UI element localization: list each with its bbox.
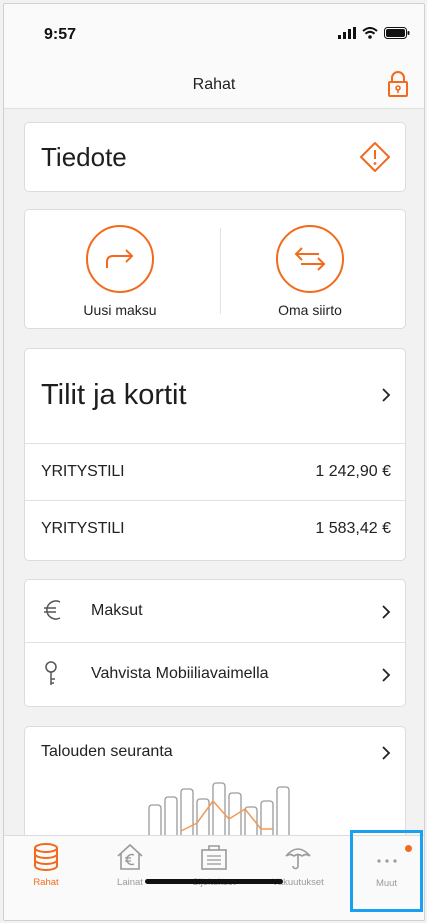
mobile-key-label: Vahvista Mobiiliavaimella xyxy=(91,665,269,682)
status-bar: 9:57 xyxy=(4,4,424,64)
account-name: YRITYSTILI xyxy=(41,463,125,480)
new-payment-label: Uusi maksu xyxy=(83,302,157,318)
key-icon xyxy=(45,661,57,685)
notice-card[interactable]: Tiedote xyxy=(24,122,406,192)
tab-label: Muut xyxy=(375,878,398,889)
links-card: Maksut Vahvista Mobiiliavaimella xyxy=(24,579,406,707)
house-euro-icon xyxy=(117,843,143,870)
umbrella-icon xyxy=(285,848,311,870)
transfer-arrows-icon xyxy=(276,225,344,293)
notification-dot xyxy=(405,845,412,852)
account-name: YRITYSTILI xyxy=(41,520,125,537)
chevron-right-icon xyxy=(382,746,391,760)
own-transfer-label: Oma siirto xyxy=(278,302,342,318)
chevron-right-icon xyxy=(382,668,391,682)
signal-icon xyxy=(338,27,356,39)
more-icon xyxy=(376,859,397,863)
payments-label: Maksut xyxy=(91,602,143,619)
quick-actions-card: Uusi maksu Oma siirto xyxy=(24,209,406,329)
home-indicator xyxy=(145,879,283,884)
finance-chart-icon xyxy=(148,782,290,839)
tab-rahat[interactable]: Rahat xyxy=(4,836,88,896)
mobile-key-link[interactable]: Vahvista Mobiiliavaimella xyxy=(25,643,405,705)
app-screen: 9:57 Rahat Tiedote Uusi maksu Oma siirto… xyxy=(3,3,425,921)
account-row[interactable]: YRITYSTILI 1 583,42 € xyxy=(25,501,405,557)
forward-arrow-icon xyxy=(86,225,154,293)
notice-label: Tiedote xyxy=(41,142,127,172)
chevron-right-icon xyxy=(382,605,391,619)
account-balance: 1 583,42 € xyxy=(315,520,391,537)
coins-icon xyxy=(34,843,58,871)
nav-bar: Rahat xyxy=(4,64,424,109)
accounts-card: Tilit ja kortit YRITYSTILI 1 242,90 € YR… xyxy=(24,348,406,561)
wifi-icon xyxy=(362,27,378,39)
briefcase-icon xyxy=(201,845,227,870)
warning-icon xyxy=(360,142,390,172)
lock-icon xyxy=(388,71,408,97)
tab-muut[interactable]: Muut xyxy=(350,830,423,912)
own-transfer-button[interactable]: Oma siirto xyxy=(215,210,405,330)
tab-vakuutukset[interactable]: Vakuutukset xyxy=(256,836,340,896)
account-row[interactable]: YRITYSTILI 1 242,90 € xyxy=(25,444,405,500)
tab-bar: Rahat Lainat Vakuutukset Muut xyxy=(4,830,424,920)
new-payment-button[interactable]: Uusi maksu xyxy=(25,210,215,330)
tab-sijoitukset[interactable]: Sijoitukset xyxy=(172,836,256,896)
status-icons xyxy=(338,27,410,39)
battery-icon xyxy=(384,27,410,39)
accounts-title: Tilit ja kortit xyxy=(41,379,187,411)
euro-icon xyxy=(44,600,61,620)
accounts-header[interactable]: Tilit ja kortit xyxy=(25,349,405,443)
tab-lainat[interactable]: Lainat xyxy=(88,836,172,896)
payments-link[interactable]: Maksut xyxy=(25,580,405,642)
page-title: Rahat xyxy=(192,76,236,93)
status-time: 9:57 xyxy=(44,26,77,43)
finance-title: Talouden seuranta xyxy=(41,743,173,760)
tab-label: Rahat xyxy=(33,877,59,888)
chevron-right-icon xyxy=(382,388,391,402)
account-balance: 1 242,90 € xyxy=(315,463,391,480)
lock-button[interactable] xyxy=(386,70,410,98)
